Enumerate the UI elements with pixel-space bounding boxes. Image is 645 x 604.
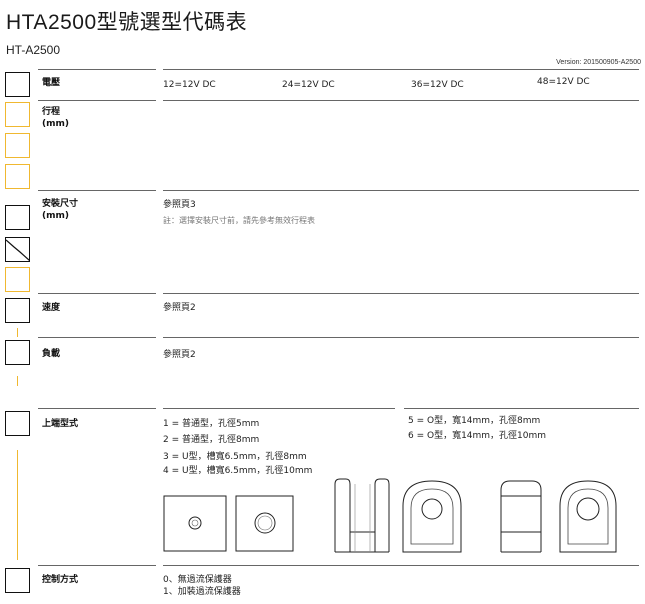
stroke-code-box-2[interactable] — [5, 133, 30, 158]
mount-ref: 參照頁3 — [163, 200, 196, 210]
voltage-code-box[interactable] — [5, 72, 30, 97]
speed-ref: 參照頁2 — [163, 303, 196, 313]
load-ref: 參照頁2 — [163, 350, 196, 360]
divider — [163, 408, 395, 409]
top-end-option-5: 5 = O型，寬14mm，孔徑8mm — [408, 416, 541, 426]
control-option-1: 1、加裝過流保護器 — [163, 587, 241, 597]
top-end-code-box[interactable] — [5, 411, 30, 436]
control-code-box[interactable] — [5, 568, 30, 593]
control-option-0: 0、無過流保護器 — [163, 575, 232, 585]
stroke-code-box-3[interactable] — [5, 164, 30, 189]
speed-label: 速度 — [42, 303, 61, 313]
divider — [163, 100, 639, 101]
standard-end-drawing-2 — [235, 495, 294, 552]
mount-code-box-1[interactable] — [5, 205, 30, 230]
u-type-ring-drawing — [402, 480, 462, 553]
connector-tick — [17, 450, 18, 560]
model-code: HT-A2500 — [6, 43, 61, 57]
top-end-option-6: 6 = O型，寬14mm，孔徑10mm — [408, 431, 547, 441]
mount-code-box-2[interactable] — [5, 237, 30, 262]
version-label: Version: 201500905-A2500 — [556, 59, 641, 66]
load-label: 負載 — [42, 349, 61, 359]
load-code-box[interactable] — [5, 340, 30, 365]
u-type-end-drawing — [334, 478, 390, 553]
standard-end-drawing-1 — [163, 495, 227, 552]
voltage-option-12: 12=12V DC — [163, 80, 216, 90]
top-end-label: 上端型式 — [42, 419, 79, 429]
divider — [163, 337, 639, 338]
stroke-label: 行程 (mm) — [42, 107, 69, 129]
control-label: 控制方式 — [42, 575, 79, 585]
page-title: HTA2500型號選型代碼表 — [6, 11, 248, 34]
connector-tick — [17, 376, 18, 386]
o-type-ring-drawing — [559, 480, 617, 553]
o-type-end-drawing — [500, 480, 542, 553]
divider — [163, 190, 639, 191]
mount-code-box-3[interactable] — [5, 267, 30, 292]
divider — [163, 293, 639, 294]
mount-note: 註：選擇安裝尺寸前，請先參考無效行程表 — [163, 216, 315, 225]
speed-code-box[interactable] — [5, 298, 30, 323]
top-end-option-4: 4 = U型，槽寬6.5mm，孔徑10mm — [163, 466, 313, 476]
voltage-option-36: 36=12V DC — [411, 80, 464, 90]
voltage-option-24: 24=12V DC — [282, 80, 335, 90]
divider — [38, 337, 156, 338]
divider — [163, 69, 639, 70]
voltage-option-48: 48=12V DC — [537, 77, 590, 87]
divider — [38, 293, 156, 294]
divider — [404, 408, 639, 409]
top-end-option-2: 2 = 普通型，孔徑8mm — [163, 435, 260, 445]
top-end-option-1: 1 = 普通型，孔徑5mm — [163, 419, 260, 429]
top-end-option-3: 3 = U型，槽寬6.5mm，孔徑8mm — [163, 452, 307, 462]
mount-label: 安裝尺寸 (mm) — [42, 199, 79, 221]
divider — [163, 565, 639, 566]
diagonal-slash-icon — [6, 239, 29, 261]
stroke-code-box-1[interactable] — [5, 102, 30, 127]
divider — [38, 190, 156, 191]
divider — [38, 408, 156, 409]
divider — [38, 565, 156, 566]
divider — [38, 100, 156, 101]
voltage-label: 電壓 — [42, 78, 61, 88]
divider — [38, 69, 156, 70]
connector-tick — [17, 328, 18, 337]
